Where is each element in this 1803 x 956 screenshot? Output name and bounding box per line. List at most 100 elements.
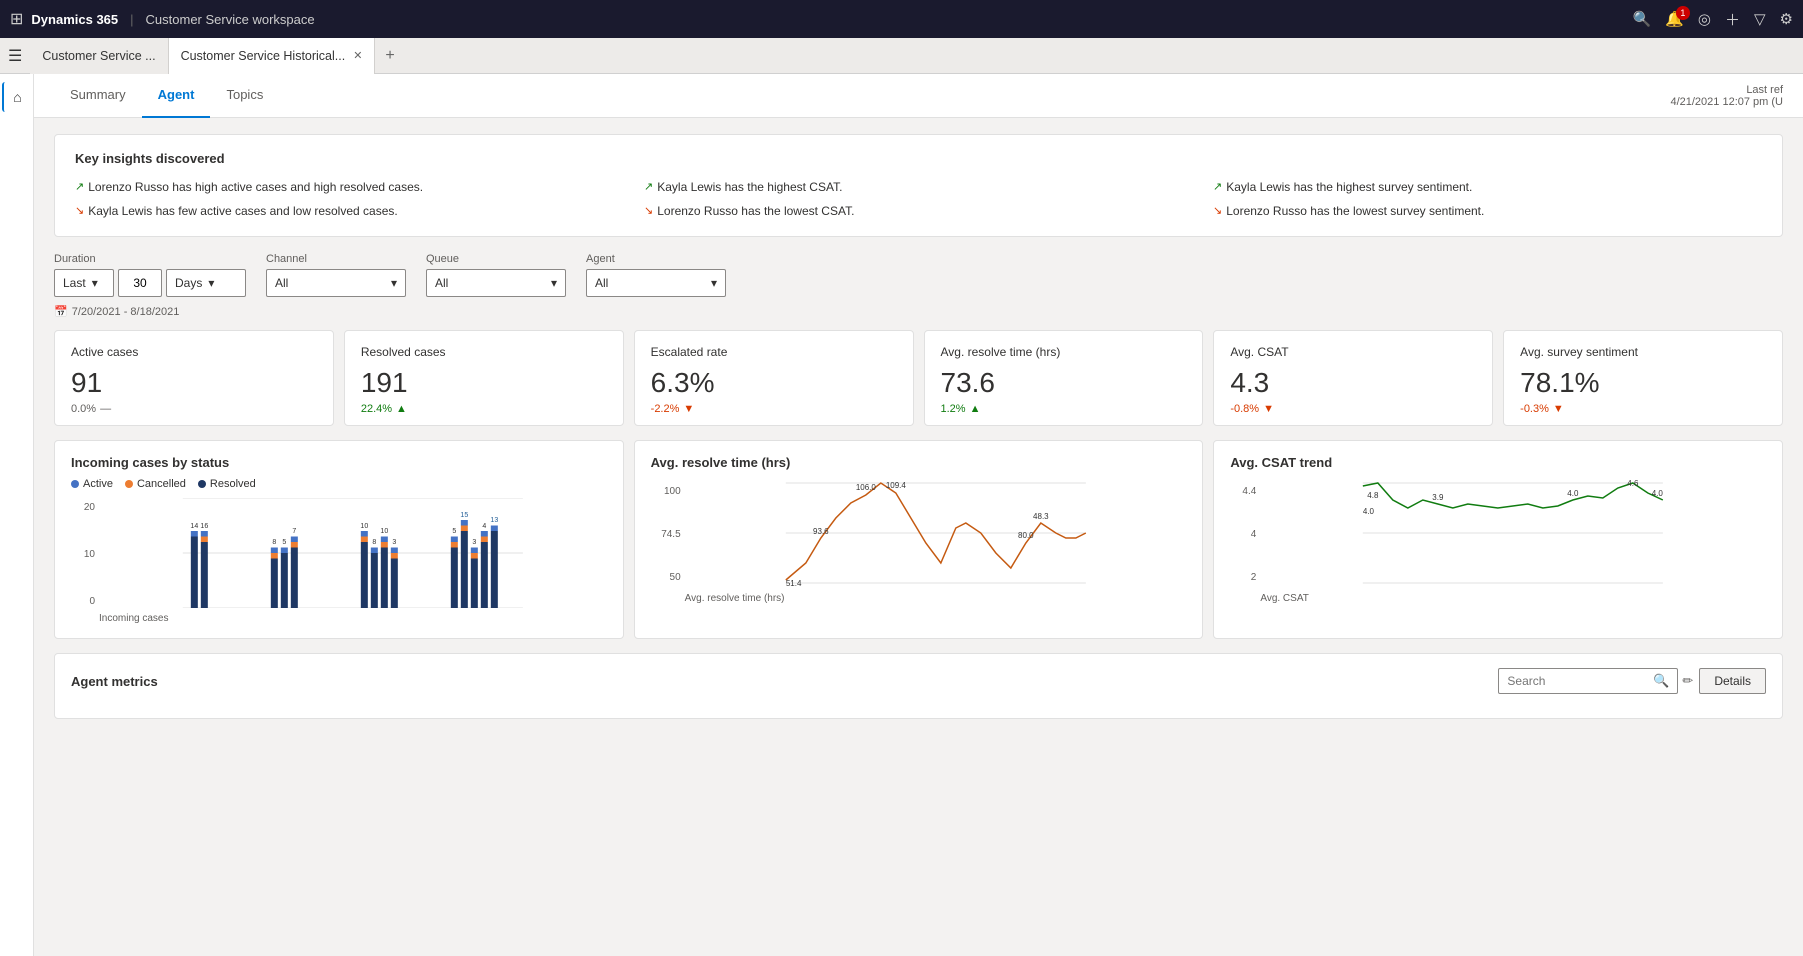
kpi-change: -0.8% ▼ xyxy=(1230,403,1476,415)
channel-label: Channel xyxy=(266,253,406,265)
tab-agent[interactable]: Agent xyxy=(142,74,211,118)
svg-text:7: 7 xyxy=(292,528,296,535)
svg-text:48.3: 48.3 xyxy=(1033,512,1049,521)
insight-item: ↘ Kayla Lewis has few active cases and l… xyxy=(75,202,624,220)
settings-icon[interactable]: ⚙ xyxy=(1780,10,1793,28)
channel-select[interactable]: All ▾ xyxy=(266,269,406,297)
legend-dot-active xyxy=(71,480,79,488)
app-title: Dynamics 365 xyxy=(31,12,118,27)
tab-topics[interactable]: Topics xyxy=(210,74,279,118)
svg-text:106.0: 106.0 xyxy=(855,483,876,492)
queue-controls: All ▾ xyxy=(426,269,566,297)
chart-title: Avg. resolve time (hrs) xyxy=(651,455,1187,470)
kpi-change: 1.2% ▲ xyxy=(941,403,1187,415)
queue-label: Queue xyxy=(426,253,566,265)
refresh-info: Last ref 4/21/2021 12:07 pm (U xyxy=(1670,84,1783,108)
filter-agent: Agent All ▾ xyxy=(586,253,726,297)
kpi-title: Avg. survey sentiment xyxy=(1520,345,1766,359)
kpi-title: Avg. CSAT xyxy=(1230,345,1476,359)
kpi-survey-sentiment: Avg. survey sentiment 78.1% -0.3% ▼ xyxy=(1503,330,1783,426)
insight-up-icon: ↗ xyxy=(75,180,84,193)
resolve-time-wrapper: 100 74.5 50 xyxy=(651,478,1187,591)
kpi-value: 191 xyxy=(361,367,607,399)
svg-text:51.4: 51.4 xyxy=(785,579,801,588)
details-button[interactable]: Details xyxy=(1699,668,1766,694)
tab-summary[interactable]: Summary xyxy=(54,74,142,118)
date-range: 📅 7/20/2021 - 8/18/2021 xyxy=(54,305,246,318)
topbar-separator: | xyxy=(130,12,133,27)
csat-trend-wrapper: 4.4 4 2 xyxy=(1230,478,1766,591)
kpi-row: Active cases 91 0.0% — Resolved cases 19… xyxy=(54,330,1783,426)
filter-icon[interactable]: ▽ xyxy=(1754,10,1766,28)
filter-duration: Duration Last ▾ Days ▾ xyxy=(54,253,246,318)
insight-item: ↘ Lorenzo Russo has the lowest survey se… xyxy=(1213,202,1762,220)
tab-historical[interactable]: Customer Service Historical... ✕ xyxy=(169,38,376,74)
agent-metrics-header: Agent metrics 🔍 ✏ Details xyxy=(71,668,1766,694)
chart-title: Avg. CSAT trend xyxy=(1230,455,1766,470)
sidebar-item-home[interactable]: ⌂ xyxy=(2,82,32,112)
insight-item: ↗ Kayla Lewis has the highest CSAT. xyxy=(644,178,1193,196)
layout: ⌂ Summary Agent Topics Last ref 4/21/202… xyxy=(0,74,1803,956)
agent-metrics-card: Agent metrics 🔍 ✏ Details xyxy=(54,653,1783,719)
svg-text:80.0: 80.0 xyxy=(1018,531,1034,540)
kpi-value: 73.6 xyxy=(941,367,1187,399)
incoming-cases-chart: Incoming cases by status Active Cancelle… xyxy=(54,440,624,639)
main-content: Summary Agent Topics Last ref 4/21/2021 … xyxy=(34,74,1803,956)
insights-title: Key insights discovered xyxy=(75,151,1762,166)
agent-metrics-controls: 🔍 ✏ Details xyxy=(1498,668,1766,694)
insight-down-icon: ↘ xyxy=(1213,204,1222,217)
kpi-active-cases: Active cases 91 0.0% — xyxy=(54,330,334,426)
kpi-change: 0.0% — xyxy=(71,403,317,415)
resolve-time-chart: Avg. resolve time (hrs) 100 74.5 50 xyxy=(634,440,1204,639)
insight-item: ↘ Lorenzo Russo has the lowest CSAT. xyxy=(644,202,1193,220)
kpi-title: Active cases xyxy=(71,345,317,359)
kpi-value: 78.1% xyxy=(1520,367,1766,399)
sidebar: ⌂ xyxy=(0,74,34,956)
tab-close-icon[interactable]: ✕ xyxy=(353,49,362,62)
search-input[interactable] xyxy=(1507,674,1647,688)
tab-add-button[interactable]: + xyxy=(375,47,404,65)
kpi-value: 91 xyxy=(71,367,317,399)
notification-icon[interactable]: 🔔 1 xyxy=(1665,10,1684,28)
chart-title: Incoming cases by status xyxy=(71,455,607,470)
svg-text:93.6: 93.6 xyxy=(813,527,829,536)
resolve-time-svg: 106.0 109.4 93.6 51.4 80.0 48.3 Jul 25 A… xyxy=(685,478,1187,588)
search-icon[interactable]: 🔍 xyxy=(1633,10,1652,28)
kpi-value: 4.3 xyxy=(1230,367,1476,399)
topbar-actions: 🔍 🔔 1 ◎ ＋ ▽ ⚙ xyxy=(1633,9,1793,30)
csat-trend-svg: 4.8 4.0 3.9 4.0 4.6 4.0 Jul 25 Aug 01 xyxy=(1260,478,1766,588)
legend-dot-resolved xyxy=(198,480,206,488)
channel-controls: All ▾ xyxy=(266,269,406,297)
filter-channel: Channel All ▾ xyxy=(266,253,406,297)
hamburger-icon[interactable]: ☰ xyxy=(8,46,22,66)
svg-text:4.8: 4.8 xyxy=(1368,491,1380,500)
svg-text:8: 8 xyxy=(272,539,276,546)
search-box[interactable]: 🔍 xyxy=(1498,668,1678,694)
kpi-resolve-time: Avg. resolve time (hrs) 73.6 1.2% ▲ xyxy=(924,330,1204,426)
kpi-csat: Avg. CSAT 4.3 -0.8% ▼ xyxy=(1213,330,1493,426)
duration-controls: Last ▾ Days ▾ xyxy=(54,269,246,297)
duration-unit-select[interactable]: Days ▾ xyxy=(166,269,246,297)
target-icon[interactable]: ◎ xyxy=(1698,10,1711,28)
duration-label: Duration xyxy=(54,253,246,265)
svg-text:4.0: 4.0 xyxy=(1363,507,1375,516)
legend-dot-cancelled xyxy=(125,480,133,488)
insights-card: Key insights discovered ↗ Lorenzo Russo … xyxy=(54,134,1783,237)
edit-icon[interactable]: ✏ xyxy=(1682,673,1693,689)
insights-grid: ↗ Lorenzo Russo has high active cases an… xyxy=(75,178,1762,220)
kpi-value: 6.3% xyxy=(651,367,897,399)
kpi-change: 22.4% ▲ xyxy=(361,403,607,415)
plus-icon[interactable]: ＋ xyxy=(1725,9,1740,30)
y-axis-csat: 4.4 4 2 xyxy=(1230,478,1256,591)
csat-trend-chart: Avg. CSAT trend 4.4 4 2 xyxy=(1213,440,1783,639)
svg-text:109.4: 109.4 xyxy=(885,481,906,490)
svg-text:10: 10 xyxy=(360,523,368,530)
chart-legend: Active Cancelled Resolved xyxy=(71,478,607,490)
grid-icon[interactable]: ⊞ xyxy=(10,9,23,29)
bar-chart-wrapper: 20 10 0 xyxy=(71,498,607,611)
queue-select[interactable]: All ▾ xyxy=(426,269,566,297)
duration-number-input[interactable] xyxy=(118,269,162,297)
duration-select[interactable]: Last ▾ xyxy=(54,269,114,297)
tab-customer-service[interactable]: Customer Service ... xyxy=(30,38,168,74)
agent-select[interactable]: All ▾ xyxy=(586,269,726,297)
